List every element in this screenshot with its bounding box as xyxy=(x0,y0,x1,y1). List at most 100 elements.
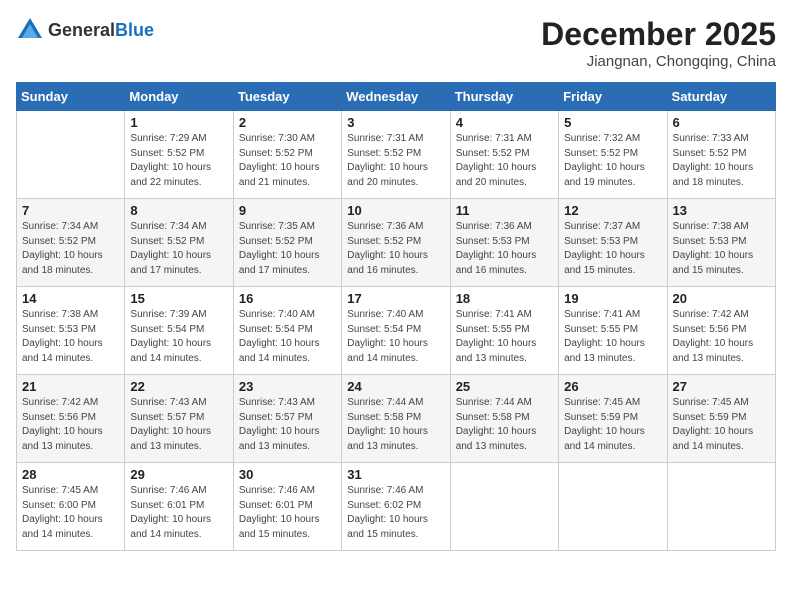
week-row-3: 14 Sunrise: 7:38 AM Sunset: 5:53 PM Dayli… xyxy=(17,287,776,375)
day-info: Sunrise: 7:41 AM Sunset: 5:55 PM Dayligh… xyxy=(564,308,661,366)
day-number: 4 xyxy=(456,115,553,130)
day-info: Sunrise: 7:46 AM Sunset: 6:02 PM Dayligh… xyxy=(347,484,444,542)
day-info: Sunrise: 7:31 AM Sunset: 5:52 PM Dayligh… xyxy=(347,132,444,190)
day-number: 17 xyxy=(347,291,444,306)
day-number: 24 xyxy=(347,379,444,394)
table-cell: 7 Sunrise: 7:34 AM Sunset: 5:52 PM Daylig… xyxy=(17,199,125,287)
table-cell: 6Sunrise: 7:33 AM Sunset: 5:52 PM Daylig… xyxy=(667,111,775,199)
table-cell: 5Sunrise: 7:32 AM Sunset: 5:52 PM Daylig… xyxy=(559,111,667,199)
day-number: 20 xyxy=(673,291,770,306)
day-number: 19 xyxy=(564,291,661,306)
day-info: Sunrise: 7:40 AM Sunset: 5:54 PM Dayligh… xyxy=(347,308,444,366)
table-cell: 10 Sunrise: 7:36 AM Sunset: 5:52 PM Dayli… xyxy=(342,199,450,287)
table-cell: 28 Sunrise: 7:45 AM Sunset: 6:00 PM Dayli… xyxy=(17,463,125,551)
logo-blue-text: Blue xyxy=(115,20,154,40)
table-cell: 4 Sunrise: 7:31 AM Sunset: 5:52 PM Daylig… xyxy=(450,111,558,199)
day-number: 8 xyxy=(130,203,227,218)
weekday-header-monday: Monday xyxy=(125,83,233,111)
table-cell: 25 Sunrise: 7:44 AM Sunset: 5:58 PM Dayli… xyxy=(450,375,558,463)
day-info: Sunrise: 7:34 AM Sunset: 5:52 PM Dayligh… xyxy=(130,220,227,278)
weekday-header-thursday: Thursday xyxy=(450,83,558,111)
table-cell: 24 Sunrise: 7:44 AM Sunset: 5:58 PM Dayli… xyxy=(342,375,450,463)
day-number: 7 xyxy=(22,203,119,218)
day-number: 14 xyxy=(22,291,119,306)
table-cell: 21 Sunrise: 7:42 AM Sunset: 5:56 PM Dayli… xyxy=(17,375,125,463)
table-cell: 23 Sunrise: 7:43 AM Sunset: 5:57 PM Dayli… xyxy=(233,375,341,463)
day-info: Sunrise: 7:42 AM Sunset: 5:56 PM Dayligh… xyxy=(22,396,119,454)
table-cell: 8 Sunrise: 7:34 AM Sunset: 5:52 PM Daylig… xyxy=(125,199,233,287)
header: GeneralBlue December 2025 Jiangnan, Chon… xyxy=(16,16,776,70)
day-info: Sunrise: 7:33 AM Sunset: 5:52 PM Dayligh… xyxy=(673,132,770,190)
calendar: SundayMondayTuesdayWednesdayThursdayFrid… xyxy=(16,82,776,551)
table-cell: 27Sunrise: 7:45 AM Sunset: 5:59 PM Dayli… xyxy=(667,375,775,463)
table-cell: 2 Sunrise: 7:30 AM Sunset: 5:52 PM Daylig… xyxy=(233,111,341,199)
table-cell: 12 Sunrise: 7:37 AM Sunset: 5:53 PM Dayli… xyxy=(559,199,667,287)
day-number: 13 xyxy=(673,203,770,218)
week-row-4: 21 Sunrise: 7:42 AM Sunset: 5:56 PM Dayli… xyxy=(17,375,776,463)
day-info: Sunrise: 7:40 AM Sunset: 5:54 PM Dayligh… xyxy=(239,308,336,366)
day-number: 2 xyxy=(239,115,336,130)
day-info: Sunrise: 7:41 AM Sunset: 5:55 PM Dayligh… xyxy=(456,308,553,366)
day-number: 15 xyxy=(130,291,227,306)
day-info: Sunrise: 7:31 AM Sunset: 5:52 PM Dayligh… xyxy=(456,132,553,190)
week-row-2: 7 Sunrise: 7:34 AM Sunset: 5:52 PM Daylig… xyxy=(17,199,776,287)
day-info: Sunrise: 7:37 AM Sunset: 5:53 PM Dayligh… xyxy=(564,220,661,278)
day-number: 25 xyxy=(456,379,553,394)
day-number: 1 xyxy=(130,115,227,130)
table-cell: 18 Sunrise: 7:41 AM Sunset: 5:55 PM Dayli… xyxy=(450,287,558,375)
table-cell: 3 Sunrise: 7:31 AM Sunset: 5:52 PM Daylig… xyxy=(342,111,450,199)
table-cell: 15 Sunrise: 7:39 AM Sunset: 5:54 PM Dayli… xyxy=(125,287,233,375)
location-title: Jiangnan, Chongqing, China xyxy=(541,53,776,70)
day-info: Sunrise: 7:44 AM Sunset: 5:58 PM Dayligh… xyxy=(347,396,444,454)
day-info: Sunrise: 7:45 AM Sunset: 6:00 PM Dayligh… xyxy=(22,484,119,542)
day-number: 10 xyxy=(347,203,444,218)
weekday-header-friday: Friday xyxy=(559,83,667,111)
day-info: Sunrise: 7:44 AM Sunset: 5:58 PM Dayligh… xyxy=(456,396,553,454)
day-number: 28 xyxy=(22,467,119,482)
day-number: 23 xyxy=(239,379,336,394)
weekday-header-sunday: Sunday xyxy=(17,83,125,111)
day-info: Sunrise: 7:39 AM Sunset: 5:54 PM Dayligh… xyxy=(130,308,227,366)
weekday-header-row: SundayMondayTuesdayWednesdayThursdayFrid… xyxy=(17,83,776,111)
table-cell: 31Sunrise: 7:46 AM Sunset: 6:02 PM Dayli… xyxy=(342,463,450,551)
table-cell: 30Sunrise: 7:46 AM Sunset: 6:01 PM Dayli… xyxy=(233,463,341,551)
day-info: Sunrise: 7:34 AM Sunset: 5:52 PM Dayligh… xyxy=(22,220,119,278)
table-cell: 14 Sunrise: 7:38 AM Sunset: 5:53 PM Dayli… xyxy=(17,287,125,375)
day-number: 22 xyxy=(130,379,227,394)
table-cell: 11 Sunrise: 7:36 AM Sunset: 5:53 PM Dayli… xyxy=(450,199,558,287)
logo-general-text: General xyxy=(48,20,115,40)
weekday-header-saturday: Saturday xyxy=(667,83,775,111)
day-info: Sunrise: 7:38 AM Sunset: 5:53 PM Dayligh… xyxy=(673,220,770,278)
day-number: 18 xyxy=(456,291,553,306)
day-number: 11 xyxy=(456,203,553,218)
day-number: 12 xyxy=(564,203,661,218)
week-row-1: 1 Sunrise: 7:29 AM Sunset: 5:52 PM Daylig… xyxy=(17,111,776,199)
week-row-5: 28 Sunrise: 7:45 AM Sunset: 6:00 PM Dayli… xyxy=(17,463,776,551)
table-cell: 19 Sunrise: 7:41 AM Sunset: 5:55 PM Dayli… xyxy=(559,287,667,375)
logo: GeneralBlue xyxy=(16,16,154,44)
day-number: 9 xyxy=(239,203,336,218)
day-info: Sunrise: 7:29 AM Sunset: 5:52 PM Dayligh… xyxy=(130,132,227,190)
day-info: Sunrise: 7:36 AM Sunset: 5:53 PM Dayligh… xyxy=(456,220,553,278)
day-info: Sunrise: 7:43 AM Sunset: 5:57 PM Dayligh… xyxy=(239,396,336,454)
table-cell: 22Sunrise: 7:43 AM Sunset: 5:57 PM Dayli… xyxy=(125,375,233,463)
title-area: December 2025 Jiangnan, Chongqing, China xyxy=(541,16,776,70)
day-number: 3 xyxy=(347,115,444,130)
table-cell: 16 Sunrise: 7:40 AM Sunset: 5:54 PM Dayli… xyxy=(233,287,341,375)
table-cell: 17 Sunrise: 7:40 AM Sunset: 5:54 PM Dayli… xyxy=(342,287,450,375)
day-number: 5 xyxy=(564,115,661,130)
logo-icon xyxy=(16,16,44,44)
day-info: Sunrise: 7:46 AM Sunset: 6:01 PM Dayligh… xyxy=(130,484,227,542)
day-info: Sunrise: 7:30 AM Sunset: 5:52 PM Dayligh… xyxy=(239,132,336,190)
day-number: 16 xyxy=(239,291,336,306)
day-number: 21 xyxy=(22,379,119,394)
day-info: Sunrise: 7:36 AM Sunset: 5:52 PM Dayligh… xyxy=(347,220,444,278)
table-cell: 26Sunrise: 7:45 AM Sunset: 5:59 PM Dayli… xyxy=(559,375,667,463)
weekday-header-tuesday: Tuesday xyxy=(233,83,341,111)
table-cell xyxy=(667,463,775,551)
day-info: Sunrise: 7:35 AM Sunset: 5:52 PM Dayligh… xyxy=(239,220,336,278)
table-cell: 29Sunrise: 7:46 AM Sunset: 6:01 PM Dayli… xyxy=(125,463,233,551)
day-info: Sunrise: 7:38 AM Sunset: 5:53 PM Dayligh… xyxy=(22,308,119,366)
day-number: 26 xyxy=(564,379,661,394)
day-number: 30 xyxy=(239,467,336,482)
